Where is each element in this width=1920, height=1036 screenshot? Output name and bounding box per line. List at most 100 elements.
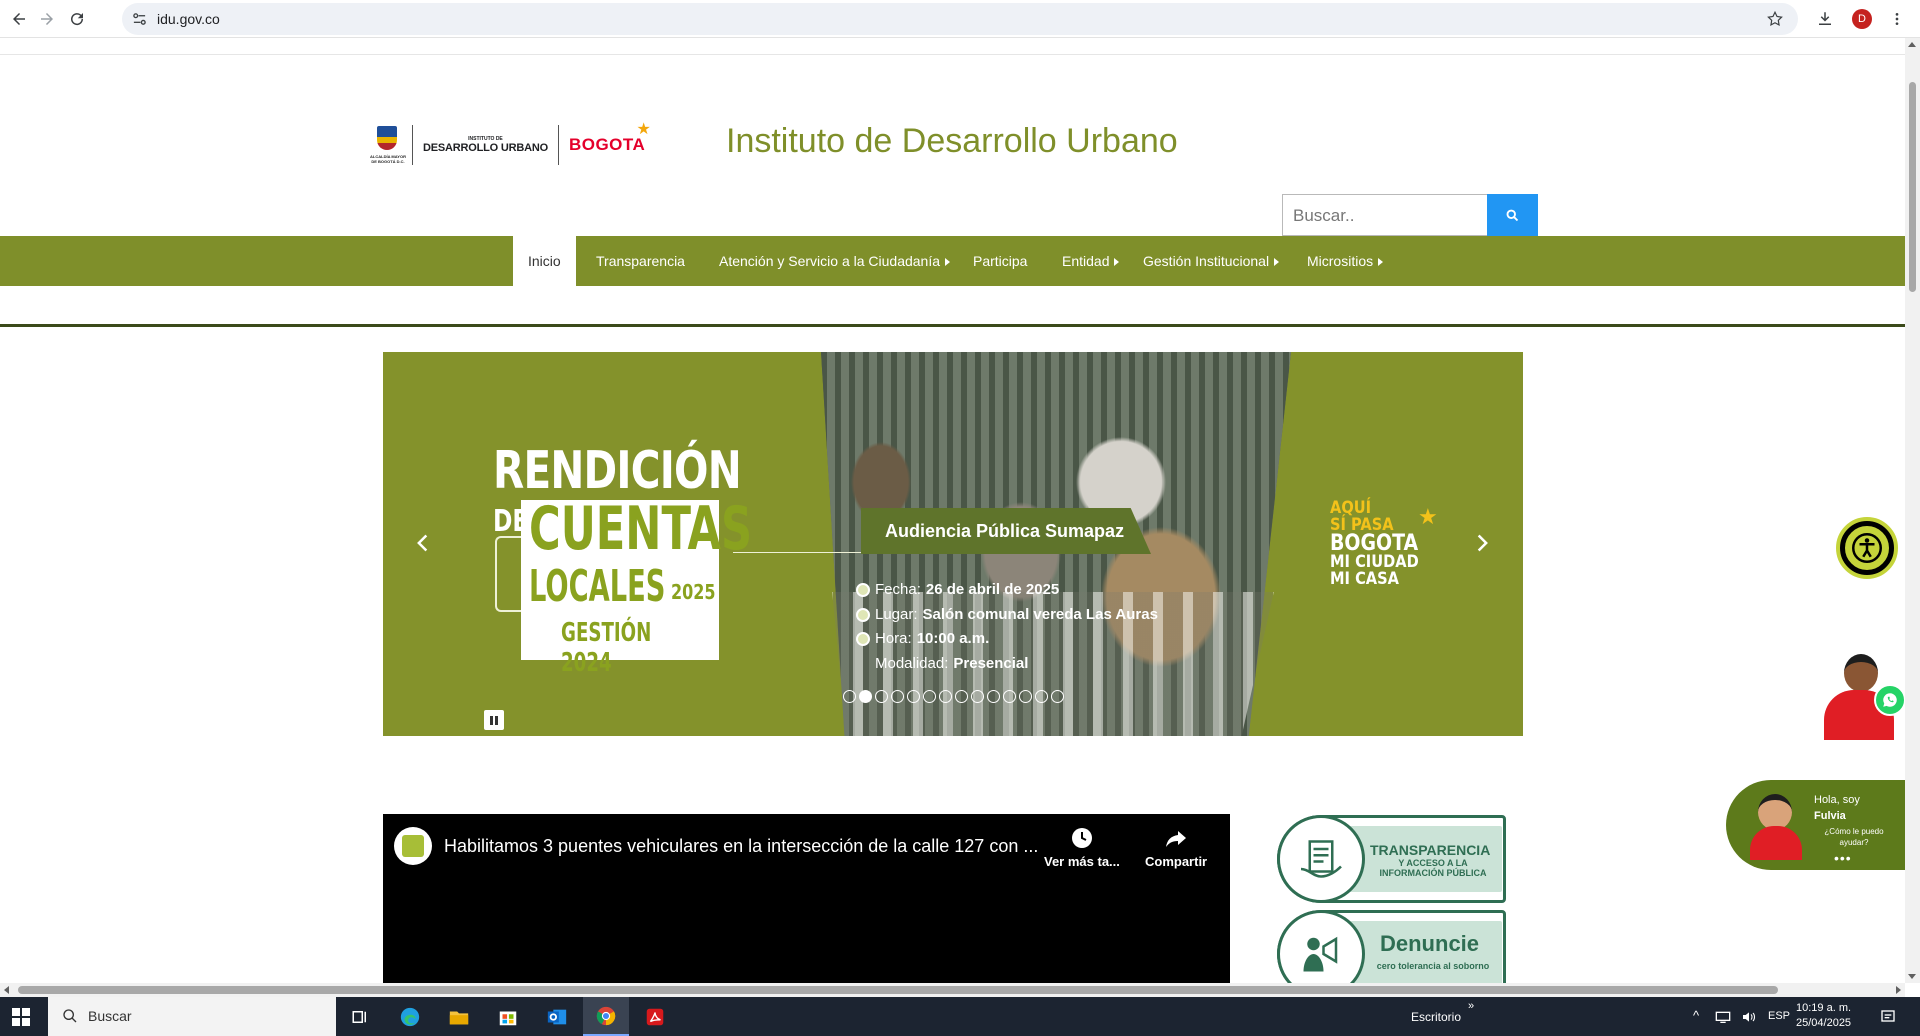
volume-icon[interactable]	[1736, 997, 1762, 1036]
outlook-icon[interactable]	[534, 997, 580, 1036]
search-button[interactable]	[1487, 194, 1538, 236]
chevron-double-right-icon[interactable]: »	[1468, 1000, 1474, 1012]
idu-logo-text: INSTITUTO DE DESARROLLO URBANO	[423, 136, 548, 154]
windows-taskbar: Buscar Escritorio » ^ ESP 10:19 a. m. 25…	[0, 997, 1920, 1036]
browser-toolbar: idu.gov.co D	[0, 0, 1920, 38]
search-input[interactable]: Buscar..	[1282, 194, 1487, 236]
store-icon[interactable]	[485, 997, 531, 1036]
nav-item-transparencia[interactable]: Transparencia	[596, 236, 685, 286]
chatbot-avatar	[1746, 792, 1806, 860]
carousel-dot[interactable]	[1035, 690, 1048, 703]
submenu-arrow-icon	[945, 258, 951, 267]
accessibility-button[interactable]	[1836, 517, 1898, 579]
carousel-dot[interactable]	[907, 690, 920, 703]
carousel-dot[interactable]	[1019, 690, 1032, 703]
carousel-dot[interactable]	[891, 690, 904, 703]
download-icon[interactable]	[1814, 8, 1836, 30]
submenu-arrow-icon	[1114, 258, 1120, 267]
carousel-dot[interactable]	[843, 690, 856, 703]
notifications-icon[interactable]	[1872, 997, 1904, 1036]
youtube-video-embed[interactable]: Habilitamos 3 puentes vehiculares en la …	[383, 814, 1230, 983]
scroll-down-arrow[interactable]	[1908, 974, 1916, 979]
nav-item-inicio[interactable]: Inicio	[513, 236, 576, 286]
clock-icon	[1071, 828, 1092, 848]
url-text[interactable]: idu.gov.co	[157, 11, 220, 27]
logo-separator	[412, 125, 413, 165]
taskbar-search[interactable]: Buscar	[48, 997, 336, 1036]
logo-separator	[557, 125, 559, 165]
profile-avatar[interactable]: D	[1852, 9, 1872, 29]
task-view-icon[interactable]	[337, 997, 383, 1036]
chevron-up-icon[interactable]: ^	[1693, 1008, 1699, 1023]
site-logo[interactable]: ALCALDÍA MAYOR DE BOGOTÁ D.C. INSTITUTO …	[370, 121, 651, 168]
agent-avatar	[1844, 654, 1878, 692]
nav-item-gestion[interactable]: Gestión Institucional	[1143, 236, 1280, 286]
horizontal-scroll-thumb[interactable]	[18, 986, 1778, 994]
page-viewport: ALCALDÍA MAYOR DE BOGOTÁ D.C. INSTITUTO …	[0, 38, 1905, 983]
bookmark-star-icon[interactable]	[1766, 10, 1784, 28]
carousel-dot[interactable]	[875, 690, 888, 703]
top-divider	[0, 54, 1905, 55]
slide-event-title: Audiencia Pública Sumapaz	[861, 508, 1151, 554]
menu-dots-icon[interactable]	[1886, 8, 1908, 30]
site-info-icon[interactable]	[132, 12, 147, 27]
hero-carousel[interactable]: RENDICIÓN DE CUENTAS LOCALES 2025 GESTIÓ…	[383, 352, 1523, 736]
video-title[interactable]: Habilitamos 3 puentes vehiculares en la …	[444, 836, 1038, 857]
carousel-dot[interactable]	[955, 690, 968, 703]
vertical-scrollbar[interactable]	[1905, 38, 1920, 983]
whatsapp-agent-button[interactable]	[1818, 650, 1905, 740]
windows-start-icon[interactable]	[12, 1008, 30, 1026]
channel-avatar[interactable]	[394, 827, 432, 865]
acrobat-icon[interactable]	[632, 997, 678, 1036]
slide-headline-box: CUENTAS LOCALES 2025 GESTIÓN 2024	[521, 494, 752, 678]
scroll-left-arrow[interactable]	[4, 986, 9, 994]
carousel-dot[interactable]	[939, 690, 952, 703]
nav-item-participa[interactable]: Participa	[973, 236, 1027, 286]
event-place: Lugar: Salón comunal vereda Las Auras	[856, 603, 1158, 628]
carousel-indicators	[843, 690, 1064, 703]
carousel-dot[interactable]	[1051, 690, 1064, 703]
file-explorer-icon[interactable]	[436, 997, 482, 1036]
carousel-dot[interactable]	[987, 690, 1000, 703]
language-indicator[interactable]: ESP	[1768, 1010, 1790, 1022]
nav-item-micrositios[interactable]: Micrositios	[1307, 236, 1384, 286]
address-bar[interactable]: idu.gov.co	[122, 3, 1798, 35]
star-icon: ★	[636, 121, 652, 138]
reload-icon[interactable]	[66, 8, 88, 30]
forward-icon[interactable]	[36, 8, 58, 30]
whatsapp-icon	[1874, 684, 1905, 716]
carousel-dot[interactable]	[923, 690, 936, 703]
carousel-dot[interactable]	[1003, 690, 1016, 703]
desktop-label[interactable]: Escritorio	[1411, 1010, 1461, 1024]
edge-icon[interactable]	[387, 997, 433, 1036]
scroll-right-arrow[interactable]	[1896, 986, 1901, 994]
more-dots-icon: •••	[1834, 850, 1852, 866]
submenu-arrow-icon	[1378, 258, 1384, 267]
document-hand-icon	[1277, 815, 1365, 903]
nav-item-entidad[interactable]: Entidad	[1062, 236, 1120, 286]
carousel-prev-arrow[interactable]	[412, 530, 434, 556]
carousel-dot[interactable]	[859, 690, 872, 703]
chrome-icon[interactable]	[583, 997, 629, 1036]
scroll-up-arrow[interactable]	[1908, 42, 1916, 47]
vertical-scroll-thumb[interactable]	[1909, 82, 1916, 292]
nav-item-atencion[interactable]: Atención y Servicio a la Ciudadanía	[719, 236, 951, 286]
chatbot-widget[interactable]: Hola, soy Fulvia ¿Cómo le puedo ayudar? …	[1726, 780, 1905, 870]
transparencia-banner[interactable]: TRANSPARENCIA Y ACCESO A LA INFORMACIÓN …	[1277, 815, 1506, 903]
denuncie-banner[interactable]: Denuncie cero tolerancia al soborno	[1277, 910, 1506, 983]
main-navigation: Inicio Transparencia Atención y Servicio…	[0, 236, 1905, 286]
bogota-seal-logo: ALCALDÍA MAYOR DE BOGOTÁ D.C.	[370, 124, 406, 166]
event-time: Hora: 10:00 a.m.	[856, 627, 1158, 652]
horizontal-scrollbar[interactable]	[0, 983, 1905, 997]
share-button[interactable]: Compartir	[1145, 826, 1207, 869]
back-icon[interactable]	[8, 8, 30, 30]
watch-later-button[interactable]: Ver más ta...	[1044, 826, 1120, 869]
slide-event-details: Fecha: 26 de abril de 2025 Lugar: Salón co…	[856, 578, 1158, 676]
carousel-dot[interactable]	[971, 690, 984, 703]
carousel-pause-button[interactable]	[484, 710, 504, 730]
system-clock[interactable]: 10:19 a. m. 25/04/2025	[1796, 1001, 1851, 1031]
carousel-next-arrow[interactable]	[1471, 530, 1493, 556]
submenu-arrow-icon	[1274, 258, 1280, 267]
chevron-left-icon	[417, 534, 428, 552]
network-icon[interactable]	[1710, 997, 1736, 1036]
